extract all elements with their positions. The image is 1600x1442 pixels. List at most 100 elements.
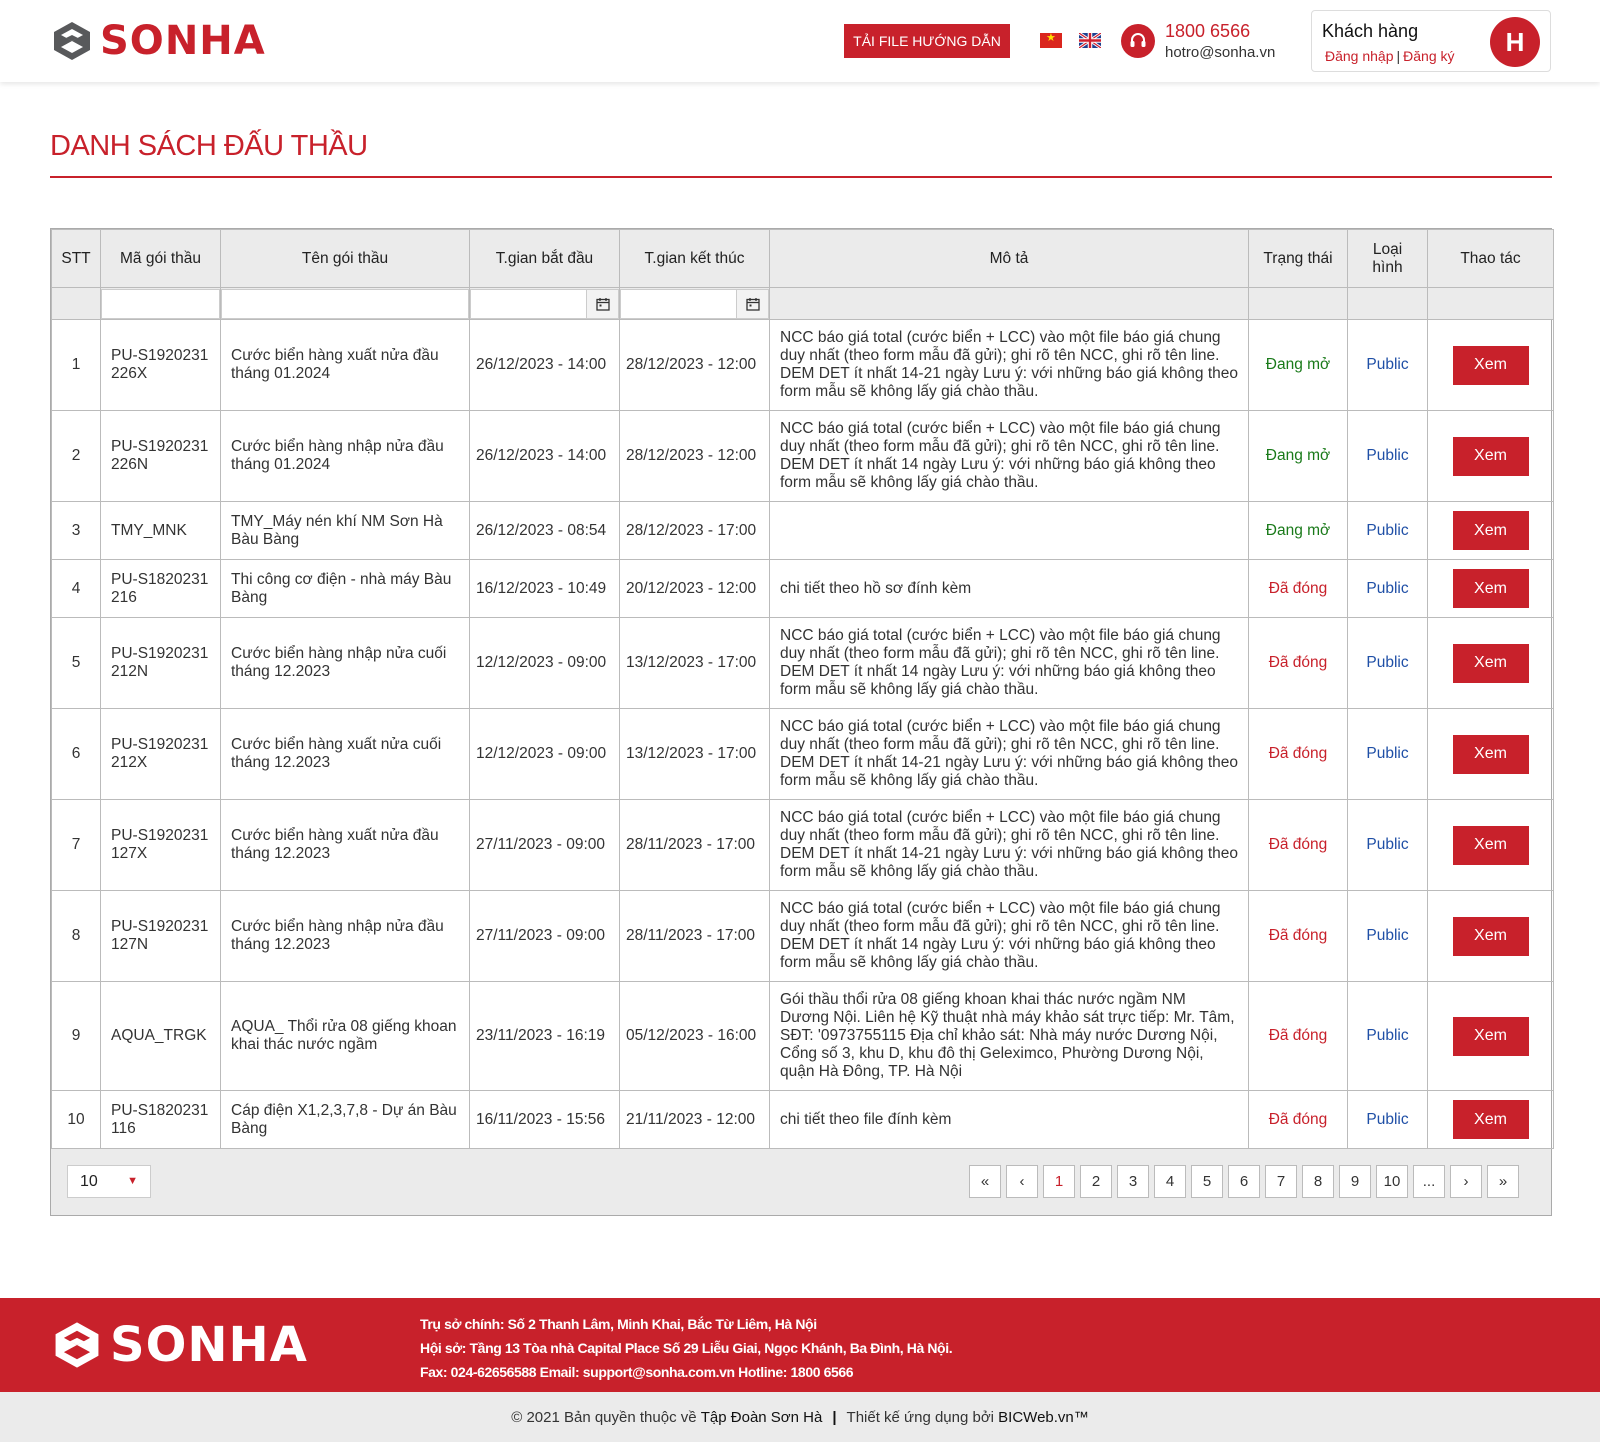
cell-description: Gói thầu thổi rửa 08 giếng khoan khai th… (769, 981, 1249, 1091)
view-button[interactable]: Xem (1452, 569, 1529, 608)
page-size-value: 10 (80, 1172, 98, 1190)
header-status[interactable]: Trạng thái (1248, 229, 1348, 288)
table-row[interactable]: 1 PU-S1920231226X Cước biển hàng xuất nửa … (51, 319, 1554, 411)
page-button-3[interactable]: 3 (1117, 1165, 1149, 1198)
vietnamese-flag-icon[interactable] (1040, 31, 1062, 48)
filter-code-input[interactable] (101, 288, 220, 319)
cell-end-time: 28/12/2023 - 12:00 (619, 319, 770, 411)
calendar-icon[interactable] (736, 289, 768, 318)
cell-description (769, 501, 1249, 560)
page-button-8[interactable]: 8 (1302, 1165, 1334, 1198)
customer-title: Khách hàng (1322, 21, 1419, 41)
designer-link[interactable]: BICWeb.vn™ (998, 1409, 1089, 1426)
table-row[interactable]: 10 PU-S1820231116 Cáp điện X1,2,3,7,8 - Dự… (51, 1090, 1554, 1149)
view-button[interactable]: Xem (1452, 436, 1529, 476)
table-row[interactable]: 2 PU-S1920231226N Cước biển hàng nhập nửa … (51, 410, 1554, 502)
cell-start-time: 23/11/2023 - 16:19 (469, 981, 620, 1091)
cell-stt: 1 (51, 319, 101, 411)
page-button-2[interactable]: 2 (1080, 1165, 1112, 1198)
table-row[interactable]: 6 PU-S1920231212X Cước biển hàng xuất nửa … (51, 708, 1554, 800)
page-button-10[interactable]: 10 (1376, 1165, 1408, 1198)
calendar-icon[interactable] (586, 289, 618, 318)
filter-end-date-input[interactable] (620, 288, 769, 319)
last-page-icon[interactable]: » (1487, 1165, 1519, 1198)
avatar[interactable]: H (1490, 17, 1540, 67)
filter-name-input[interactable] (221, 288, 469, 319)
cell-type: Public (1347, 501, 1428, 560)
headset-icon (1121, 24, 1155, 58)
hotline-phone[interactable]: 1800 6566 (1165, 21, 1250, 42)
page-button-1[interactable]: 1 (1043, 1165, 1075, 1198)
cell-actions: Xem (1427, 981, 1554, 1091)
table-row[interactable]: 8 PU-S1920231127N Cước biển hàng nhập nửa … (51, 890, 1554, 982)
cell-actions: Xem (1427, 559, 1554, 618)
table-row[interactable]: 5 PU-S1920231212N Cước biển hàng nhập nửa … (51, 617, 1554, 709)
page-button-6[interactable]: 6 (1228, 1165, 1260, 1198)
table-row[interactable]: 7 PU-S1920231127X Cước biển hàng xuất nửa … (51, 799, 1554, 891)
download-guide-button[interactable]: TẢI FILE HƯỚNG DẪN (844, 24, 1010, 58)
footer-office: Hội sở: Tầng 13 Tòa nhà Capital Place Số… (420, 1340, 953, 1356)
cell-actions: Xem (1427, 617, 1554, 709)
page-size-select[interactable]: 10 ▼ (67, 1165, 151, 1198)
view-button[interactable]: Xem (1452, 345, 1529, 385)
header-end-time[interactable]: T.gian kết thúc (619, 229, 770, 288)
first-page-icon[interactable]: « (969, 1165, 1001, 1198)
view-button[interactable]: Xem (1452, 1100, 1529, 1139)
view-button[interactable]: Xem (1452, 643, 1529, 683)
table-row[interactable]: 9 AQUA_TRGK AQUA_ Thổi rửa 08 giếng khoan … (51, 981, 1554, 1091)
english-flag-icon[interactable] (1079, 33, 1101, 48)
register-link[interactable]: Đăng ký (1403, 48, 1454, 64)
cell-type: Public (1347, 799, 1428, 891)
filter-start-date-input[interactable] (470, 288, 619, 319)
cell-description: NCC báo giá total (cước biển + LCC) vào … (769, 799, 1249, 891)
view-button[interactable]: Xem (1452, 1016, 1529, 1056)
cell-name: Cước biển hàng xuất nửa đầu tháng 12.202… (220, 799, 470, 891)
link-separator: | (1396, 48, 1401, 64)
cell-start-time: 16/12/2023 - 10:49 (469, 559, 620, 618)
filter-cell-status (1248, 287, 1348, 320)
next-page-icon[interactable]: › (1450, 1165, 1482, 1198)
table-row[interactable]: 3 TMY_MNK TMY_Máy nén khí NM Sơn Hà Bàu Bà… (51, 501, 1554, 560)
page-button-7[interactable]: 7 (1265, 1165, 1297, 1198)
status-badge: Đang mở (1248, 410, 1348, 502)
login-link[interactable]: Đăng nhập (1325, 48, 1394, 64)
cell-start-time: 26/12/2023 - 14:00 (469, 319, 620, 411)
header-start-time[interactable]: T.gian bắt đầu (469, 229, 620, 288)
footer-logo[interactable]: SONHA (50, 1320, 308, 1370)
header-stt[interactable]: STT (51, 229, 101, 288)
customer-box: Khách hàng Đăng nhập | Đăng ký H (1311, 10, 1551, 72)
sonha-logo-icon (55, 1322, 99, 1368)
cell-name: TMY_Máy nén khí NM Sơn Hà Bàu Bàng (220, 501, 470, 560)
cell-stt: 4 (51, 559, 101, 618)
cell-description: NCC báo giá total (cước biển + LCC) vào … (769, 617, 1249, 709)
filter-cell-start (469, 287, 620, 320)
view-button[interactable]: Xem (1452, 916, 1529, 956)
cell-stt: 2 (51, 410, 101, 502)
footer-headquarters: Trụ sở chính: Số 2 Thanh Lâm, Minh Khai,… (420, 1316, 817, 1332)
filter-cell-name (220, 287, 470, 320)
page-ellipsis[interactable]: ... (1413, 1165, 1445, 1198)
table-row[interactable]: 4 PU-S1820231216 Thi công cơ điện - nhà má… (51, 559, 1554, 618)
cell-name: Cước biển hàng nhập nửa đầu tháng 12.202… (220, 890, 470, 982)
cell-stt: 3 (51, 501, 101, 560)
header-description[interactable]: Mô tả (769, 229, 1249, 288)
view-button[interactable]: Xem (1452, 511, 1529, 550)
company-link[interactable]: Tập Đoàn Sơn Hà (701, 1409, 823, 1426)
support-email[interactable]: hotro@sonha.vn (1165, 44, 1275, 61)
page-button-5[interactable]: 5 (1191, 1165, 1223, 1198)
page-button-9[interactable]: 9 (1339, 1165, 1371, 1198)
status-badge: Đã đóng (1248, 559, 1348, 618)
prev-page-icon[interactable]: ‹ (1006, 1165, 1038, 1198)
page-button-4[interactable]: 4 (1154, 1165, 1186, 1198)
view-button[interactable]: Xem (1452, 734, 1529, 774)
header-name[interactable]: Tên gói thầu (220, 229, 470, 288)
status-badge: Đã đóng (1248, 981, 1348, 1091)
cell-end-time: 13/12/2023 - 17:00 (619, 617, 770, 709)
header-type[interactable]: Loại hình (1347, 229, 1428, 288)
status-badge: Đang mở (1248, 501, 1348, 560)
cell-code: PU-S1920231212N (100, 617, 221, 709)
header-code[interactable]: Mã gói thầu (100, 229, 221, 288)
view-button[interactable]: Xem (1452, 825, 1529, 865)
cell-code: PU-S1920231226N (100, 410, 221, 502)
sonha-logo[interactable]: SONHA (50, 20, 266, 62)
